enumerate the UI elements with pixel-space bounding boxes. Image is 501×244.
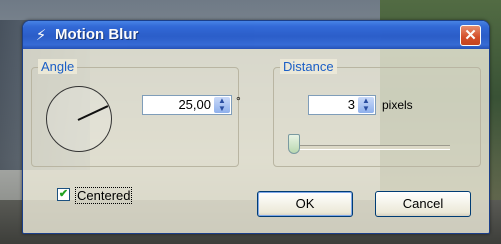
distance-group-label: Distance xyxy=(280,59,337,74)
angle-group-label: Angle xyxy=(38,59,78,74)
centered-label[interactable]: Centered xyxy=(75,187,133,204)
angle-value[interactable]: 25,00 xyxy=(178,97,211,112)
distance-group: Distance 3 ▲ ▼ pixels xyxy=(273,59,481,167)
distance-slider-thumb[interactable] xyxy=(288,134,300,154)
angle-dial[interactable] xyxy=(46,86,112,152)
close-icon: ✕ xyxy=(464,27,477,44)
cancel-button[interactable]: Cancel xyxy=(375,191,471,217)
angle-unit: ° xyxy=(236,94,241,108)
distance-spinbox[interactable]: 3 ▲ ▼ xyxy=(308,95,376,115)
angle-group: Angle 25,00 ▲ ▼ ° xyxy=(31,59,241,167)
angle-spinbox[interactable]: 25,00 ▲ ▼ xyxy=(142,95,232,115)
angle-dial-hand[interactable] xyxy=(77,105,109,121)
angle-spin-arrows-icon[interactable]: ▲ ▼ xyxy=(214,97,230,113)
ok-button[interactable]: OK xyxy=(257,191,353,217)
distance-unit: pixels xyxy=(382,98,413,112)
motion-blur-icon: ⚡ xyxy=(35,26,47,44)
motion-blur-dialog: ⚡ Motion Blur ✕ Angle 25,00 ▲ ▼ ° Distanc… xyxy=(22,20,490,234)
distance-slider-track[interactable] xyxy=(294,145,450,150)
distance-value[interactable]: 3 xyxy=(348,97,355,112)
dialog-title: Motion Blur xyxy=(55,26,139,43)
close-button[interactable]: ✕ xyxy=(460,25,481,46)
title-bar[interactable]: ⚡ Motion Blur ✕ xyxy=(23,21,489,49)
centered-checkbox[interactable]: ✔ xyxy=(57,188,70,201)
distance-spin-arrows-icon[interactable]: ▲ ▼ xyxy=(358,97,374,113)
